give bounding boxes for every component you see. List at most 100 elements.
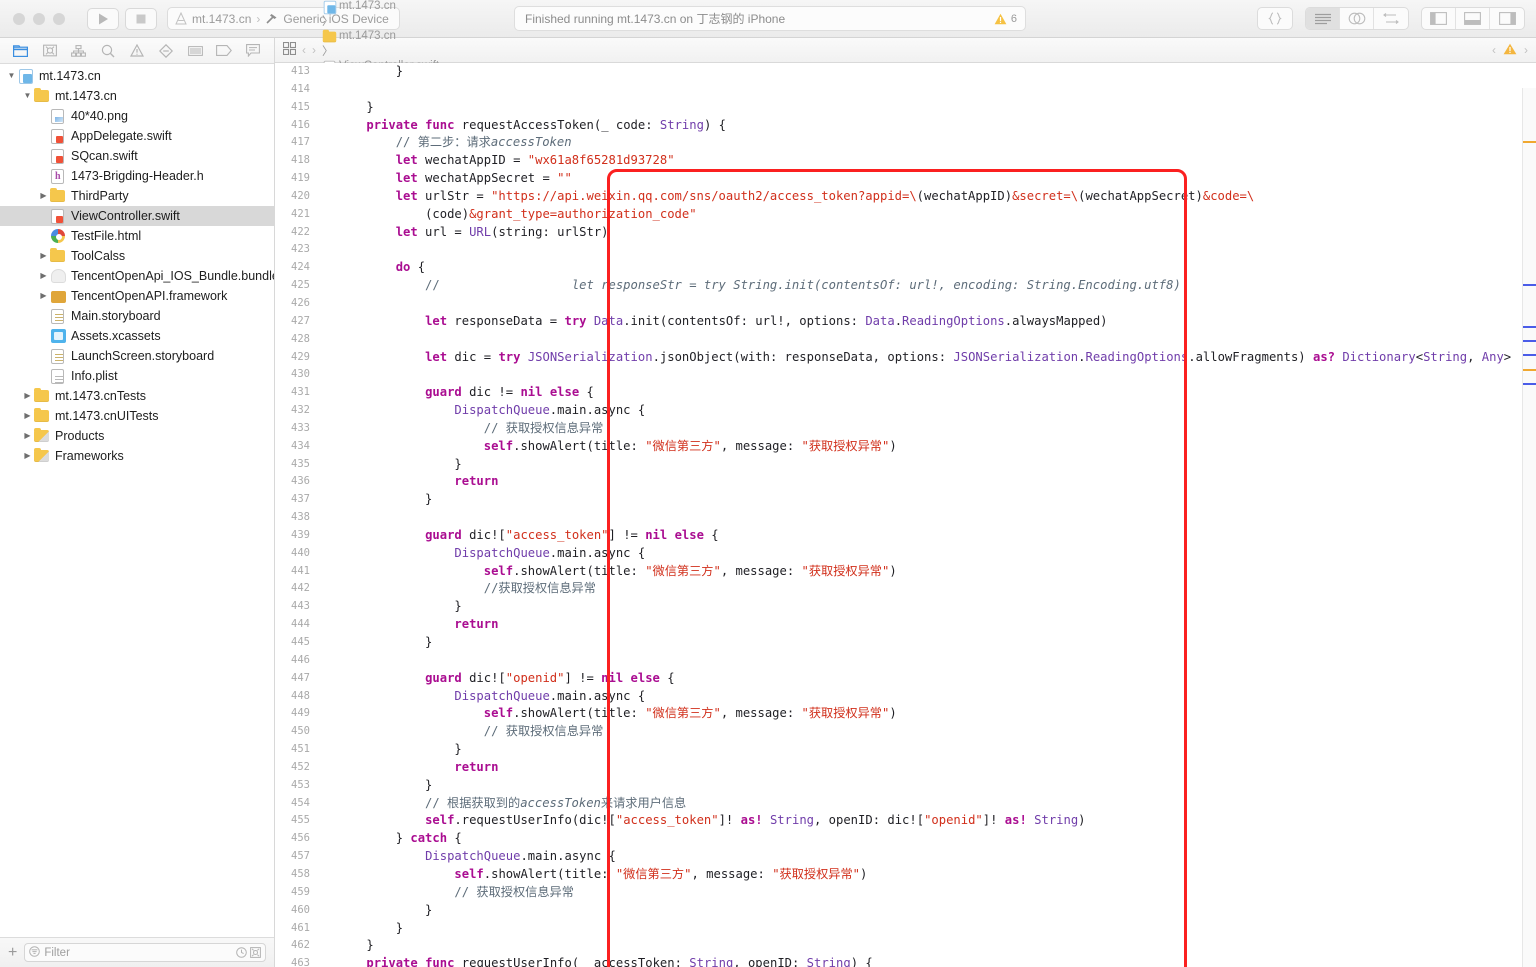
minimap-marker[interactable]: [1523, 326, 1536, 328]
code-line[interactable]: 422 let url = URL(string: urlStr): [275, 224, 1536, 242]
next-issue-icon[interactable]: ›: [1524, 43, 1528, 57]
code-line[interactable]: 448 DispatchQueue.main.async {: [275, 688, 1536, 706]
tree-row[interactable]: ViewController.swift: [0, 206, 274, 226]
tree-row[interactable]: mt.1473.cnUITests: [0, 406, 274, 426]
code-line[interactable]: 458 self.showAlert(title: "微信第三方", messa…: [275, 866, 1536, 884]
code-line[interactable]: 419 let wechatAppSecret = "": [275, 170, 1536, 188]
code-line[interactable]: 452 return: [275, 759, 1536, 777]
window-traffic-lights[interactable]: [0, 12, 65, 25]
code-line[interactable]: 437 }: [275, 491, 1536, 509]
back-chevron-icon[interactable]: ‹: [302, 43, 306, 57]
code-line[interactable]: 429 let dic = try JSONSerialization.json…: [275, 349, 1536, 367]
code-line[interactable]: 454 // 根据获取到的accessToken来请求用户信息: [275, 795, 1536, 813]
breadcrumb-item[interactable]: mt.1473.cn: [322, 0, 439, 15]
tree-row[interactable]: Assets.xcassets: [0, 326, 274, 346]
code-line[interactable]: 442 //获取授权信息异常: [275, 580, 1536, 598]
tree-row[interactable]: AppDelegate.swift: [0, 126, 274, 146]
tree-row[interactable]: LaunchScreen.storyboard: [0, 346, 274, 366]
code-line[interactable]: 445 }: [275, 634, 1536, 652]
disclosure-triangle-icon[interactable]: [37, 186, 50, 206]
code-line[interactable]: 461 }: [275, 920, 1536, 938]
tree-row[interactable]: ToolCalss: [0, 246, 274, 266]
tree-row[interactable]: TencentOpenAPI.framework: [0, 286, 274, 306]
code-line[interactable]: 436 return: [275, 473, 1536, 491]
code-line[interactable]: 413 }: [275, 63, 1536, 81]
code-line[interactable]: 450 // 获取授权信息异常: [275, 723, 1536, 741]
close-window-button[interactable]: [13, 12, 25, 25]
tree-row[interactable]: ThirdParty: [0, 186, 274, 206]
minimap-marker[interactable]: [1523, 354, 1536, 356]
minimize-window-button[interactable]: [33, 12, 45, 25]
code-line[interactable]: 439 guard dic!["access_token"] != nil el…: [275, 527, 1536, 545]
toggle-navigator-button[interactable]: [1422, 8, 1456, 29]
code-line[interactable]: 440 DispatchQueue.main.async {: [275, 545, 1536, 563]
tree-row[interactable]: 1473-Brigding-Header.h: [0, 166, 274, 186]
warning-triangle-icon[interactable]: [994, 13, 1007, 25]
source-control-navigator-tab[interactable]: [37, 41, 63, 61]
code-line[interactable]: 423: [275, 241, 1536, 259]
tree-row[interactable]: Main.storyboard: [0, 306, 274, 326]
code-line[interactable]: 456 } catch {: [275, 830, 1536, 848]
version-editor-button[interactable]: [1374, 8, 1408, 29]
code-lines-container[interactable]: 413 } 414 415 } 416 private func requestAc…: [275, 63, 1536, 967]
tree-row[interactable]: Products: [0, 426, 274, 446]
code-line[interactable]: 416 private func requestAccessToken(_ co…: [275, 117, 1536, 135]
symbol-navigator-tab[interactable]: [66, 41, 92, 61]
disclosure-triangle-icon[interactable]: [37, 246, 50, 266]
code-line[interactable]: 420 let urlStr = "https://api.weixin.qq.…: [275, 188, 1536, 206]
code-line[interactable]: 431 guard dic != nil else {: [275, 384, 1536, 402]
toggle-utilities-button[interactable]: [1490, 8, 1524, 29]
code-line[interactable]: 421 (code)&grant_type=authorization_code…: [275, 206, 1536, 224]
code-line[interactable]: 427 let responseData = try Data.init(con…: [275, 313, 1536, 331]
code-line[interactable]: 415 }: [275, 99, 1536, 117]
tree-row[interactable]: mt.1473.cnTests: [0, 386, 274, 406]
editor-scrollbar-minimap[interactable]: [1522, 88, 1536, 967]
minimap-marker[interactable]: [1523, 340, 1536, 342]
breadcrumb-item[interactable]: mt.1473.cn: [322, 29, 439, 43]
code-line[interactable]: 447 guard dic!["openid"] != nil else {: [275, 670, 1536, 688]
recent-files-icon[interactable]: [236, 947, 247, 958]
code-line[interactable]: 435 }: [275, 456, 1536, 474]
code-line[interactable]: 453 }: [275, 777, 1536, 795]
code-line[interactable]: 457 DispatchQueue.main.async {: [275, 848, 1536, 866]
report-navigator-tab[interactable]: [240, 41, 266, 61]
project-navigator-tab[interactable]: [8, 41, 34, 61]
library-button[interactable]: [1258, 8, 1292, 29]
debug-navigator-tab[interactable]: [182, 41, 208, 61]
run-button[interactable]: [87, 7, 119, 30]
code-line[interactable]: 434 self.showAlert(title: "微信第三方", messa…: [275, 438, 1536, 456]
tree-row[interactable]: Info.plist: [0, 366, 274, 386]
filter-input[interactable]: Filter: [24, 943, 266, 962]
code-line[interactable]: 462 }: [275, 937, 1536, 955]
test-navigator-tab[interactable]: [153, 41, 179, 61]
disclosure-triangle-icon[interactable]: [37, 286, 50, 306]
code-line[interactable]: 426: [275, 295, 1536, 313]
warning-triangle-icon[interactable]: [1503, 43, 1517, 58]
find-navigator-tab[interactable]: [95, 41, 121, 61]
tree-row[interactable]: Frameworks: [0, 446, 274, 466]
code-line[interactable]: 460 }: [275, 902, 1536, 920]
disclosure-triangle-icon[interactable]: [21, 406, 34, 426]
code-line[interactable]: 459 // 获取授权信息异常: [275, 884, 1536, 902]
code-line[interactable]: 414: [275, 81, 1536, 99]
assistant-editor-button[interactable]: [1340, 8, 1374, 29]
code-line[interactable]: 463 private func requestUserInfo(_ acces…: [275, 955, 1536, 967]
code-line[interactable]: 418 let wechatAppID = "wx61a8f65281d9372…: [275, 152, 1536, 170]
previous-issue-icon[interactable]: ‹: [1492, 43, 1496, 57]
code-line[interactable]: 432 DispatchQueue.main.async {: [275, 402, 1536, 420]
code-line[interactable]: 430: [275, 366, 1536, 384]
code-line[interactable]: 417 // 第二步：请求accessToken: [275, 134, 1536, 152]
code-line[interactable]: 441 self.showAlert(title: "微信第三方", messa…: [275, 563, 1536, 581]
disclosure-triangle-icon[interactable]: [5, 66, 18, 86]
standard-editor-button[interactable]: [1306, 8, 1340, 29]
source-control-filter-icon[interactable]: [250, 947, 261, 958]
tree-row[interactable]: TestFile.html: [0, 226, 274, 246]
code-line[interactable]: 424 do {: [275, 259, 1536, 277]
disclosure-triangle-icon[interactable]: [21, 86, 34, 106]
code-line[interactable]: 451 }: [275, 741, 1536, 759]
zoom-window-button[interactable]: [53, 12, 65, 25]
tree-row[interactable]: mt.1473.cn: [0, 86, 274, 106]
tree-row[interactable]: mt.1473.cn: [0, 66, 274, 86]
minimap-marker[interactable]: [1523, 141, 1536, 143]
minimap-marker[interactable]: [1523, 284, 1536, 286]
